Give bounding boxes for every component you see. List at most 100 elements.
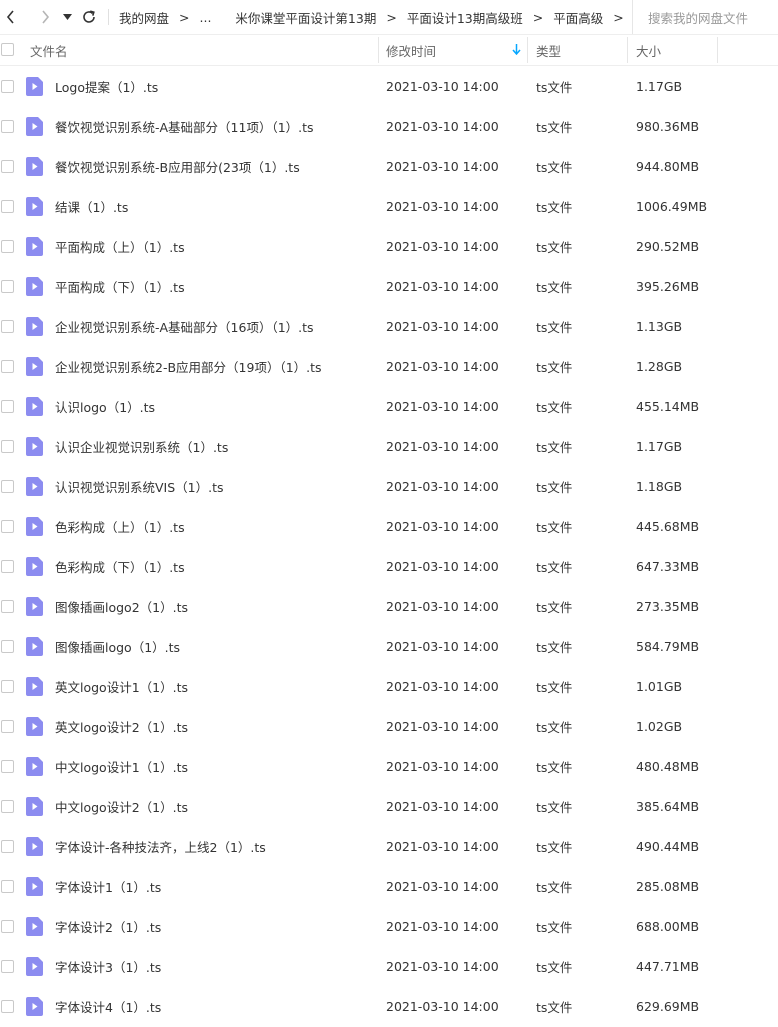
file-name[interactable]: 认识视觉识别系统VIS（1）.ts [55, 466, 224, 506]
file-row[interactable]: 色彩构成（上）（1）.ts 2021-03-10 14:00 ts文件 445.68M… [0, 506, 778, 546]
file-row[interactable]: 图像插画logo2（1）.ts 2021-03-10 14:00 ts文件 273.3… [0, 586, 778, 626]
row-checkbox[interactable] [1, 800, 14, 813]
file-type: ts文件 [536, 639, 573, 655]
file-name[interactable]: 图像插画logo（1）.ts [55, 626, 180, 666]
breadcrumb-item-ellipsis[interactable]: ... [200, 10, 212, 25]
row-checkbox[interactable] [1, 480, 14, 493]
file-row[interactable]: 图像插画logo（1）.ts 2021-03-10 14:00 ts文件 584.79… [0, 626, 778, 666]
row-checkbox[interactable] [1, 520, 14, 533]
back-button[interactable] [0, 6, 22, 28]
select-all-checkbox[interactable] [1, 43, 14, 56]
sort-descending-icon[interactable] [512, 43, 521, 55]
file-size: 1.01GB [636, 678, 683, 694]
breadcrumb-item-course[interactable]: 米你课堂平面设计第13期 [235, 8, 376, 27]
file-name[interactable]: 中文logo设计1（1）.ts [55, 746, 188, 786]
file-row[interactable]: 字体设计2（1）.ts 2021-03-10 14:00 ts文件 688.00MB [0, 906, 778, 946]
file-name[interactable]: 认识企业视觉识别系统（1）.ts [55, 426, 228, 466]
file-row[interactable]: 平面构成（下）（1）.ts 2021-03-10 14:00 ts文件 395.26M… [0, 266, 778, 306]
row-checkbox[interactable] [1, 640, 14, 653]
file-name[interactable]: 图像插画logo2（1）.ts [55, 586, 188, 626]
file-row[interactable]: 中文logo设计1（1）.ts 2021-03-10 14:00 ts文件 480.4… [0, 746, 778, 786]
row-checkbox[interactable] [1, 160, 14, 173]
file-name[interactable]: 餐饮视觉识别系统-B应用部分(23项（1）.ts [55, 146, 300, 186]
file-type: ts文件 [536, 359, 573, 375]
file-name[interactable]: 结课（1）.ts [55, 186, 128, 226]
file-row[interactable]: 企业视觉识别系统2-B应用部分（19项）（1）.ts 2021-03-10 14:… [0, 346, 778, 386]
row-checkbox[interactable] [1, 960, 14, 973]
file-row[interactable]: 餐饮视觉识别系统-B应用部分(23项（1）.ts 2021-03-10 14:00… [0, 146, 778, 186]
forward-button[interactable] [34, 6, 56, 28]
row-checkbox[interactable] [1, 680, 14, 693]
row-checkbox[interactable] [1, 720, 14, 733]
row-checkbox[interactable] [1, 560, 14, 573]
file-name[interactable]: 认识logo（1）.ts [55, 386, 155, 426]
row-checkbox[interactable] [1, 760, 14, 773]
row-checkbox[interactable] [1, 920, 14, 933]
file-name[interactable]: 企业视觉识别系统-A基础部分（16项）（1）.ts [55, 306, 314, 346]
file-row[interactable]: 企业视觉识别系统-A基础部分（16项）（1）.ts 2021-03-10 14:0… [0, 306, 778, 346]
column-header-modified[interactable]: 修改时间 [386, 35, 436, 65]
file-name[interactable]: Logo提案（1）.ts [55, 66, 158, 106]
history-dropdown-button[interactable] [60, 6, 74, 28]
file-row[interactable]: 字体设计3（1）.ts 2021-03-10 14:00 ts文件 447.71MB [0, 946, 778, 986]
breadcrumb-item-current[interactable]: 平面高级 [553, 8, 603, 27]
file-name[interactable]: 色彩构成（下）（1）.ts [55, 546, 185, 586]
file-name[interactable]: 字体设计3（1）.ts [55, 946, 161, 986]
video-file-icon [26, 197, 43, 216]
file-modified-time: 2021-03-10 14:00 [386, 638, 499, 654]
file-row[interactable]: 字体设计-各种技法齐，上线2（1）.ts 2021-03-10 14:00 ts文件… [0, 826, 778, 866]
row-checkbox[interactable] [1, 120, 14, 133]
file-name[interactable]: 色彩构成（上）（1）.ts [55, 506, 185, 546]
column-divider [378, 37, 379, 63]
video-file-icon [26, 557, 43, 576]
row-checkbox[interactable] [1, 840, 14, 853]
file-name[interactable]: 英文logo设计1（1）.ts [55, 666, 188, 706]
row-checkbox[interactable] [1, 440, 14, 453]
row-checkbox[interactable] [1, 200, 14, 213]
file-row[interactable]: 英文logo设计1（1）.ts 2021-03-10 14:00 ts文件 1.01G… [0, 666, 778, 706]
file-name[interactable]: 字体设计4（1）.ts [55, 986, 161, 1026]
file-name[interactable]: 字体设计-各种技法齐，上线2（1）.ts [55, 826, 266, 866]
file-row[interactable]: 英文logo设计2（1）.ts 2021-03-10 14:00 ts文件 1.02G… [0, 706, 778, 746]
file-modified-time: 2021-03-10 14:00 [386, 798, 499, 814]
breadcrumb-item-root[interactable]: 我的网盘 [119, 8, 169, 27]
row-checkbox[interactable] [1, 360, 14, 373]
row-checkbox[interactable] [1, 600, 14, 613]
row-checkbox[interactable] [1, 400, 14, 413]
file-name[interactable]: 平面构成（下）（1）.ts [55, 266, 185, 306]
row-checkbox[interactable] [1, 1000, 14, 1013]
row-checkbox[interactable] [1, 320, 14, 333]
file-row[interactable]: Logo提案（1）.ts 2021-03-10 14:00 ts文件 1.17GB [0, 66, 778, 106]
file-name[interactable]: 平面构成（上）（1）.ts [55, 226, 185, 266]
row-checkbox[interactable] [1, 80, 14, 93]
file-row[interactable]: 认识视觉识别系统VIS（1）.ts 2021-03-10 14:00 ts文件 1.1… [0, 466, 778, 506]
file-modified-time: 2021-03-10 14:00 [386, 318, 499, 334]
file-row[interactable]: 平面构成（上）（1）.ts 2021-03-10 14:00 ts文件 290.52M… [0, 226, 778, 266]
file-row[interactable]: 字体设计4（1）.ts 2021-03-10 14:00 ts文件 629.69MB [0, 986, 778, 1026]
breadcrumb-item-class[interactable]: 平面设计13期高级班 [407, 8, 523, 27]
file-row[interactable]: 认识企业视觉识别系统（1）.ts 2021-03-10 14:00 ts文件 1.17… [0, 426, 778, 466]
refresh-button[interactable] [78, 6, 100, 28]
file-size: 273.35MB [636, 598, 700, 614]
file-name[interactable]: 企业视觉识别系统2-B应用部分（19项）（1）.ts [55, 346, 322, 386]
row-checkbox[interactable] [1, 880, 14, 893]
column-header-size[interactable]: 大小 [636, 35, 661, 65]
file-row[interactable]: 字体设计1（1）.ts 2021-03-10 14:00 ts文件 285.08MB [0, 866, 778, 906]
column-header-name[interactable]: 文件名 [30, 35, 68, 65]
file-row[interactable]: 色彩构成（下）（1）.ts 2021-03-10 14:00 ts文件 647.33M… [0, 546, 778, 586]
file-type: ts文件 [536, 799, 573, 815]
file-row[interactable]: 中文logo设计2（1）.ts 2021-03-10 14:00 ts文件 385.6… [0, 786, 778, 826]
file-row[interactable]: 结课（1）.ts 2021-03-10 14:00 ts文件 1006.49MB [0, 186, 778, 226]
file-name[interactable]: 餐饮视觉识别系统-A基础部分（11项）（1）.ts [55, 106, 314, 146]
row-checkbox[interactable] [1, 240, 14, 253]
column-header-type[interactable]: 类型 [536, 35, 561, 65]
file-row[interactable]: 认识logo（1）.ts 2021-03-10 14:00 ts文件 455.14MB [0, 386, 778, 426]
file-name[interactable]: 英文logo设计2（1）.ts [55, 706, 188, 746]
row-checkbox[interactable] [1, 280, 14, 293]
file-name[interactable]: 字体设计1（1）.ts [55, 866, 161, 906]
file-row[interactable]: 餐饮视觉识别系统-A基础部分（11项）（1）.ts 2021-03-10 14:0… [0, 106, 778, 146]
video-file-icon [26, 757, 43, 776]
file-name[interactable]: 字体设计2（1）.ts [55, 906, 161, 946]
file-name[interactable]: 中文logo设计2（1）.ts [55, 786, 188, 826]
search-input[interactable]: 搜索我的网盘文件 [632, 0, 778, 34]
